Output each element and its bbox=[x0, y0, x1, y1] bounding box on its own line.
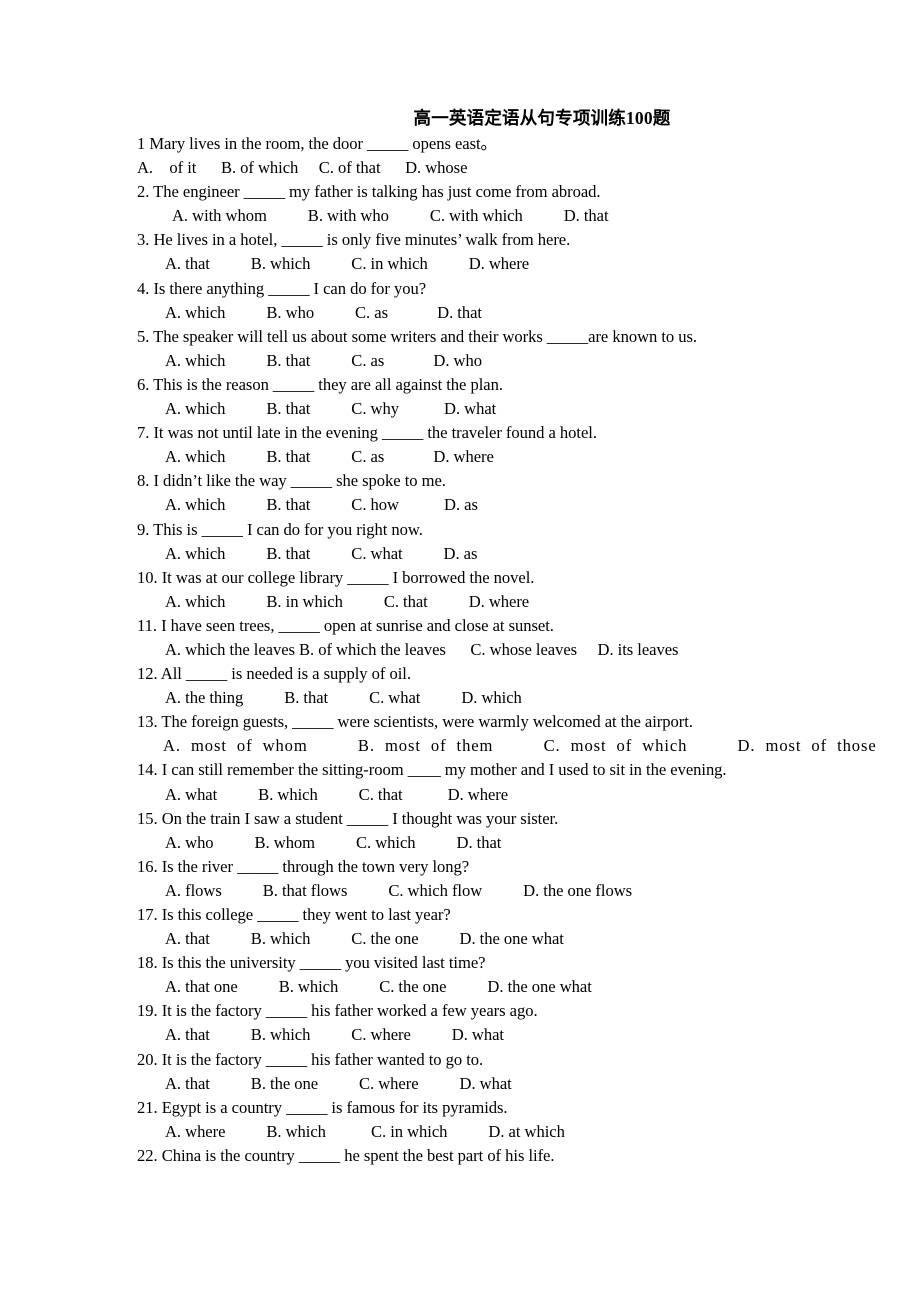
question-options: A. which B. that C. how D. as bbox=[165, 495, 478, 515]
question-stem: 5. The speaker will tell us about some w… bbox=[137, 326, 698, 346]
question-stem: 2. The engineer _____ my father is talki… bbox=[137, 182, 601, 202]
question-stem: 15. On the train I saw a student _____ I… bbox=[137, 808, 559, 828]
question-stem: 22. China is the country _____ he spent … bbox=[137, 1145, 555, 1165]
page-title: 高一英语定语从句专项训练100题 bbox=[413, 108, 671, 128]
question-options: A. that B. which C. in which D. where bbox=[165, 254, 530, 274]
question-stem: 20. It is the factory _____ his father w… bbox=[137, 1049, 484, 1069]
question-stem: 21. Egypt is a country _____ is famous f… bbox=[137, 1097, 508, 1117]
question-stem: 1 Mary lives in the room, the door _____… bbox=[137, 134, 498, 153]
question-stem: 7. It was not until late in the evening … bbox=[137, 423, 597, 443]
question-options: A. which B. that C. why D. what bbox=[165, 399, 497, 419]
question-stem: 16. Is the river _____ through the town … bbox=[137, 856, 470, 876]
question-options: A. that B. the one C. where D. what bbox=[165, 1073, 512, 1093]
question-stem: 3. He lives in a hotel, _____ is only fi… bbox=[137, 230, 571, 250]
question-stem: 11. I have seen trees, _____ open at sun… bbox=[137, 615, 554, 635]
question-options: A. that one B. which C. the one D. the o… bbox=[165, 977, 592, 997]
question-options: A. where B. which C. in which D. at whic… bbox=[165, 1121, 565, 1141]
question-stem: 14. I can still remember the sitting-roo… bbox=[137, 760, 727, 780]
document-page: 高一英语定语从句专项训练100题 1 Mary lives in the roo… bbox=[0, 0, 920, 1302]
question-options: A. that B. which C. where D. what bbox=[165, 1025, 504, 1045]
document-body: 高一英语定语从句专项训练100题 1 Mary lives in the roo… bbox=[137, 106, 907, 1168]
question-stem: 8. I didn’t like the way _____ she spoke… bbox=[137, 471, 446, 491]
question-stem: 13. The foreign guests, _____ were scien… bbox=[137, 712, 693, 732]
question-options: A. which B. that C. what D. as bbox=[165, 543, 478, 563]
question-options: A. most of whom B. most of them C. most … bbox=[163, 736, 877, 756]
question-stem: 6. This is the reason _____ they are all… bbox=[137, 374, 503, 394]
question-options: A. with whom B. with who C. with which D… bbox=[172, 206, 609, 226]
question-options: A. which B. who C. as D. that bbox=[165, 302, 482, 322]
question-stem: 17. Is this college _____ they went to l… bbox=[137, 905, 451, 924]
question-options: A. what B. which C. that D. where bbox=[165, 784, 509, 804]
question-stem: 9. This is _____ I can do for you right … bbox=[137, 519, 423, 539]
question-options: A. which B. that C. as D. who bbox=[165, 350, 482, 370]
question-stem: 18. Is this the university _____ you vis… bbox=[137, 953, 486, 973]
question-options: A. the thing B. that C. what D. which bbox=[165, 688, 522, 708]
question-options: A. of it B. of which C. of that D. whose bbox=[137, 158, 468, 178]
question-options: A. flows B. that flows C. which flow D. … bbox=[165, 880, 633, 900]
question-options: A. that B. which C. the one D. the one w… bbox=[165, 929, 564, 949]
question-list: 1 Mary lives in the room, the door _____… bbox=[137, 132, 907, 1168]
question-options: A. who B. whom C. which D. that bbox=[165, 832, 502, 852]
question-stem: 10. It was at our college library _____ … bbox=[137, 567, 535, 587]
question-stem: 19. It is the factory _____ his father w… bbox=[137, 1001, 538, 1021]
question-options: A. which the leaves B. of which the leav… bbox=[165, 639, 679, 659]
question-options: A. which B. that C. as D. where bbox=[165, 447, 494, 467]
question-stem: 12. All _____ is needed is a supply of o… bbox=[137, 664, 411, 684]
question-options: A. which B. in which C. that D. where bbox=[165, 591, 530, 611]
question-stem: 4. Is there anything _____ I can do for … bbox=[137, 278, 427, 298]
